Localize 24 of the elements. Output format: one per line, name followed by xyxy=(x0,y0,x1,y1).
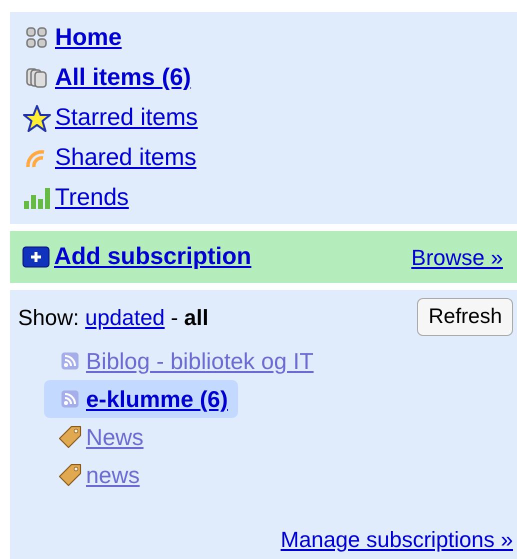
separator-text: - xyxy=(170,304,178,332)
nav-link[interactable]: Trends xyxy=(55,180,129,216)
feed-icon xyxy=(61,390,79,408)
nav-link[interactable]: All items (6) xyxy=(55,60,192,96)
nav-link[interactable]: Starred items xyxy=(55,100,198,136)
filter-option[interactable]: all xyxy=(184,300,208,334)
subscription-item[interactable]: News xyxy=(56,418,154,456)
show-label: Show: xyxy=(18,304,80,332)
subscription-item[interactable]: e-klumme (6) xyxy=(44,380,238,418)
manage-subscriptions-link[interactable]: Manage subscriptions » xyxy=(280,523,513,556)
nav-link[interactable]: Shared items xyxy=(55,140,196,176)
bar-chart-icon xyxy=(23,187,51,209)
feed-icon xyxy=(61,352,79,370)
add-subscription-link[interactable]: Add subscription xyxy=(22,239,252,275)
pages-icon xyxy=(26,67,48,89)
browse-link[interactable]: Browse » xyxy=(411,240,503,274)
refresh-button[interactable]: Refresh xyxy=(417,298,513,336)
plus-icon xyxy=(22,246,50,268)
filter-option[interactable]: updated xyxy=(85,300,165,334)
star-icon xyxy=(23,104,51,132)
subscription-item[interactable]: news xyxy=(56,456,150,494)
grid-icon xyxy=(26,27,48,49)
nav-link[interactable]: Home xyxy=(55,20,122,56)
subscription-item[interactable]: Biblog - bibliotek og IT xyxy=(56,342,324,380)
